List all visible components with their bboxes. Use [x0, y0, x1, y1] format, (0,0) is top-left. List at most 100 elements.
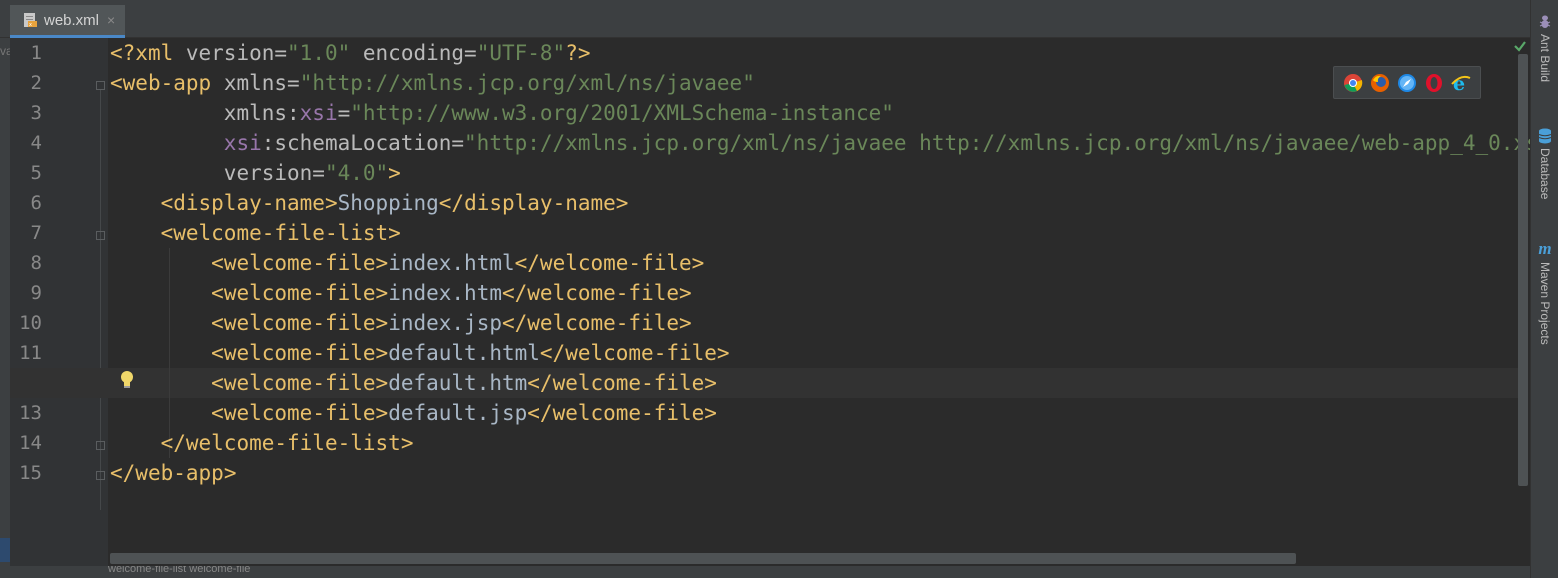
- token: >: [615, 191, 629, 215]
- token: >: [704, 371, 717, 395]
- token: welcome-file: [565, 341, 717, 365]
- token: "http://xmlns.jcp.org/xml/ns/javaee": [299, 71, 755, 95]
- code-line-14: </welcome-file-list>: [110, 428, 1530, 458]
- left-strip-selection: [0, 538, 10, 562]
- code-editor[interactable]: 1 2 3 4 5 6 7 8 9 10 11 12 13 14 15 <?xm…: [10, 38, 1530, 566]
- token: default.jsp: [388, 401, 528, 425]
- code-lines: <?xml version="1.0" encoding="UTF-8"?> <…: [110, 38, 1530, 488]
- token: "4.0": [324, 161, 389, 185]
- token: </: [527, 371, 553, 395]
- line-number: 11: [19, 342, 42, 364]
- token: version=: [223, 161, 325, 185]
- code-line-4: xsi:schemaLocation="http://xmlns.jcp.org…: [110, 128, 1530, 158]
- token: </: [110, 461, 136, 485]
- line-numbers: 1 2 3 4 5 6 7 8 9 10 11 12 13 14 15: [10, 38, 52, 488]
- token: welcome-file: [223, 341, 376, 365]
- tab-web-xml[interactable]: x web.xml ×: [10, 5, 126, 38]
- fold-marker[interactable]: [96, 81, 105, 90]
- code-line-11: <welcome-file>default.html</welcome-file…: [110, 338, 1530, 368]
- opera-icon[interactable]: [1423, 72, 1445, 94]
- token: >: [388, 161, 401, 185]
- tool-database[interactable]: Database: [1531, 128, 1558, 199]
- editor-tab-bar: x web.xml ×: [0, 0, 1530, 38]
- token: welcome-file: [552, 401, 705, 425]
- token: >: [375, 251, 389, 275]
- code-line-5: version="4.0">: [110, 158, 1530, 188]
- token: ?>: [565, 41, 591, 65]
- token: :schemaLocation=: [261, 131, 465, 155]
- vertical-scrollbar[interactable]: [1518, 54, 1528, 486]
- token: >: [375, 311, 389, 335]
- code-line-8: <welcome-file>index.html</welcome-file>: [110, 248, 1530, 278]
- code-line-1: <?xml version="1.0" encoding="UTF-8"?>: [110, 38, 1530, 68]
- token: <: [160, 191, 174, 215]
- tool-label: Database: [1538, 148, 1552, 200]
- token: </: [438, 191, 465, 215]
- token: default.html: [388, 341, 540, 365]
- token: welcome-file: [552, 371, 705, 395]
- safari-icon[interactable]: [1396, 72, 1418, 94]
- firefox-icon[interactable]: [1369, 72, 1391, 94]
- token: </: [514, 251, 540, 275]
- breadcrumb: welcome-file-list welcome-file: [108, 566, 251, 575]
- line-number: 14: [19, 432, 42, 454]
- code-line-15: </web-app>: [110, 458, 1530, 488]
- token: welcome-file: [223, 311, 376, 335]
- token: >: [679, 281, 692, 305]
- token: welcome-file-list: [185, 431, 401, 455]
- token: <: [110, 71, 123, 95]
- fold-marker[interactable]: [96, 231, 105, 240]
- xml-file-icon: x: [24, 13, 37, 28]
- token: <: [211, 311, 224, 335]
- token: <: [211, 401, 224, 425]
- close-icon[interactable]: ×: [107, 12, 115, 28]
- fold-marker[interactable]: [96, 471, 105, 480]
- token: Shopping: [337, 191, 439, 215]
- token: encoding=: [350, 41, 477, 65]
- token: >: [375, 341, 389, 365]
- token: </: [160, 431, 186, 455]
- token: welcome-file-list: [173, 221, 389, 245]
- token: welcome-file: [223, 371, 376, 395]
- chrome-icon[interactable]: [1342, 72, 1364, 94]
- token: >: [716, 341, 730, 365]
- token: index.htm: [388, 281, 502, 305]
- token: >: [324, 191, 338, 215]
- token: welcome-file: [539, 251, 692, 275]
- fold-marker[interactable]: [96, 441, 105, 450]
- token: </: [527, 401, 553, 425]
- left-tool-strip: va: [0, 38, 10, 578]
- token: "http://www.w3.org/2001/XMLSchema-instan…: [350, 101, 894, 125]
- token: <: [211, 251, 224, 275]
- token: >: [400, 431, 414, 455]
- token: =: [337, 101, 351, 125]
- token: "http://xmlns.jcp.org/xml/ns/javaee http…: [464, 131, 1530, 155]
- line-number: 9: [30, 282, 42, 304]
- token: index.jsp: [388, 311, 502, 335]
- token: web-app: [135, 461, 224, 485]
- token: index.html: [388, 251, 515, 275]
- svg-text:x: x: [29, 22, 32, 28]
- token: "UTF-8": [476, 41, 566, 65]
- tool-ant-build[interactable]: Ant Build: [1531, 14, 1558, 82]
- horizontal-scrollbar[interactable]: [110, 553, 1296, 564]
- line-number: 1: [30, 42, 42, 64]
- tool-maven-projects[interactable]: m Maven Projects: [1531, 240, 1558, 345]
- ie-icon[interactable]: e: [1450, 72, 1472, 94]
- line-number: 6: [30, 192, 42, 214]
- token: <: [160, 221, 174, 245]
- token: </: [539, 341, 566, 365]
- token: display-name: [464, 191, 616, 215]
- code-line-3: xmlns:xsi="http://www.w3.org/2001/XMLSch…: [110, 98, 1530, 128]
- line-number: 2: [30, 72, 42, 94]
- token: </: [501, 311, 528, 335]
